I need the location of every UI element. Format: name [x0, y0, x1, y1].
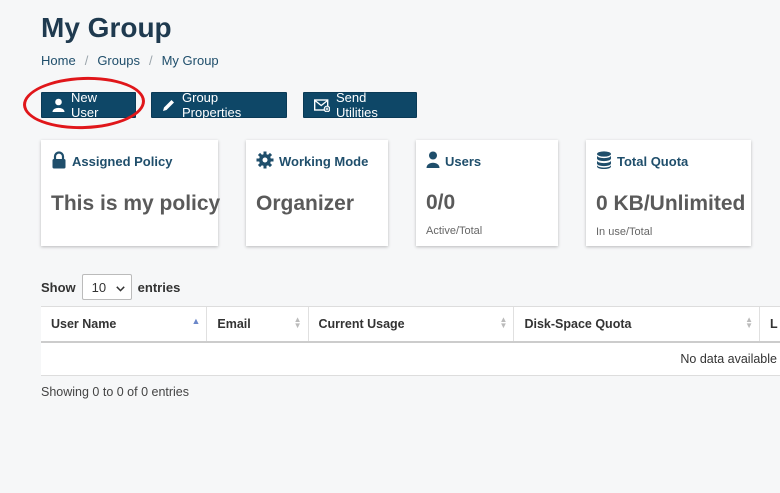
gear-icon [256, 151, 274, 172]
empty-table-message: No data available [680, 352, 777, 366]
users-card: Users 0/0 Active/Total [416, 140, 558, 246]
sort-icon: ▲ ▼ [745, 315, 753, 330]
column-label: Disk-Space Quota [524, 317, 632, 331]
users-title: Users [445, 153, 482, 169]
users-table: User Name ▲ Email ▲ ▼ Current Usage ▲ ▼ Di… [41, 306, 780, 376]
column-header-disk-space-quota[interactable]: Disk-Space Quota ▲ ▼ [514, 307, 760, 341]
sort-ascending-icon: ▲ [191, 316, 201, 326]
column-label: Email [217, 317, 251, 331]
user-icon [52, 98, 65, 112]
working-mode-title: Working Mode [279, 154, 369, 169]
total-quota-title: Total Quota [617, 154, 689, 169]
pencil-icon [162, 98, 176, 112]
page-length-control: Show 10 entries [41, 274, 180, 300]
column-header-user-name[interactable]: User Name ▲ [41, 307, 208, 341]
assigned-policy-title: Assigned Policy [72, 154, 173, 169]
working-mode-card: Working Mode Organizer [246, 140, 388, 246]
users-value: 0/0 [426, 191, 456, 214]
users-subtitle: Active/Total [426, 225, 483, 237]
sort-icon: ▲ ▼ [499, 315, 508, 330]
total-quota-card: Total Quota 0 KB/Unlimited In use/Total [586, 140, 751, 246]
breadcrumb-separator: / [84, 53, 89, 68]
table-header-row: User Name ▲ Email ▲ ▼ Current Usage ▲ ▼ Di… [41, 306, 780, 343]
send-utilities-label: Send Utilities [336, 90, 378, 120]
column-label: User Name [51, 317, 117, 331]
new-user-label: New User [71, 90, 99, 120]
new-user-button[interactable]: New User [41, 90, 136, 120]
envelope-icon [314, 98, 330, 112]
page-size-value: 10 [91, 279, 107, 295]
entries-label: entries [137, 279, 181, 295]
send-utilities-button[interactable]: Send Utilities [303, 90, 417, 120]
table-info: Showing 0 to 0 of 0 entries [41, 385, 190, 399]
column-header-current-usage[interactable]: Current Usage ▲ ▼ [309, 307, 515, 341]
breadcrumb-home[interactable]: Home [41, 53, 76, 68]
group-properties-button[interactable]: Group Properties [151, 90, 287, 120]
total-quota-value: 0 KB/Unlimited [596, 192, 746, 215]
column-header-email[interactable]: Email ▲ ▼ [207, 307, 309, 341]
total-quota-subtitle: In use/Total [596, 226, 653, 238]
show-label: Show [41, 279, 76, 295]
assigned-policy-value: This is my policy [51, 192, 221, 215]
breadcrumb-separator: / [148, 53, 153, 68]
group-properties-label: Group Properties [182, 90, 242, 120]
column-header-partial[interactable]: L [760, 307, 780, 341]
column-label: L [770, 317, 778, 331]
breadcrumb-groups[interactable]: Groups [97, 53, 140, 68]
chevron-down-icon [115, 280, 125, 295]
assigned-policy-card: Assigned Policy This is my policy [41, 140, 221, 246]
database-icon [596, 151, 612, 172]
page-title: My Group [41, 12, 172, 43]
table-empty-row: No data available [41, 343, 780, 376]
lock-icon [51, 151, 67, 172]
breadcrumb: Home / Groups / My Group [41, 53, 219, 68]
working-mode-value: Organizer [256, 192, 355, 215]
user-icon [426, 151, 440, 171]
column-label: Current Usage [318, 317, 405, 331]
breadcrumb-current: My Group [161, 53, 219, 68]
page-size-select[interactable]: 10 [81, 274, 132, 300]
sort-icon: ▲ ▼ [293, 315, 302, 330]
